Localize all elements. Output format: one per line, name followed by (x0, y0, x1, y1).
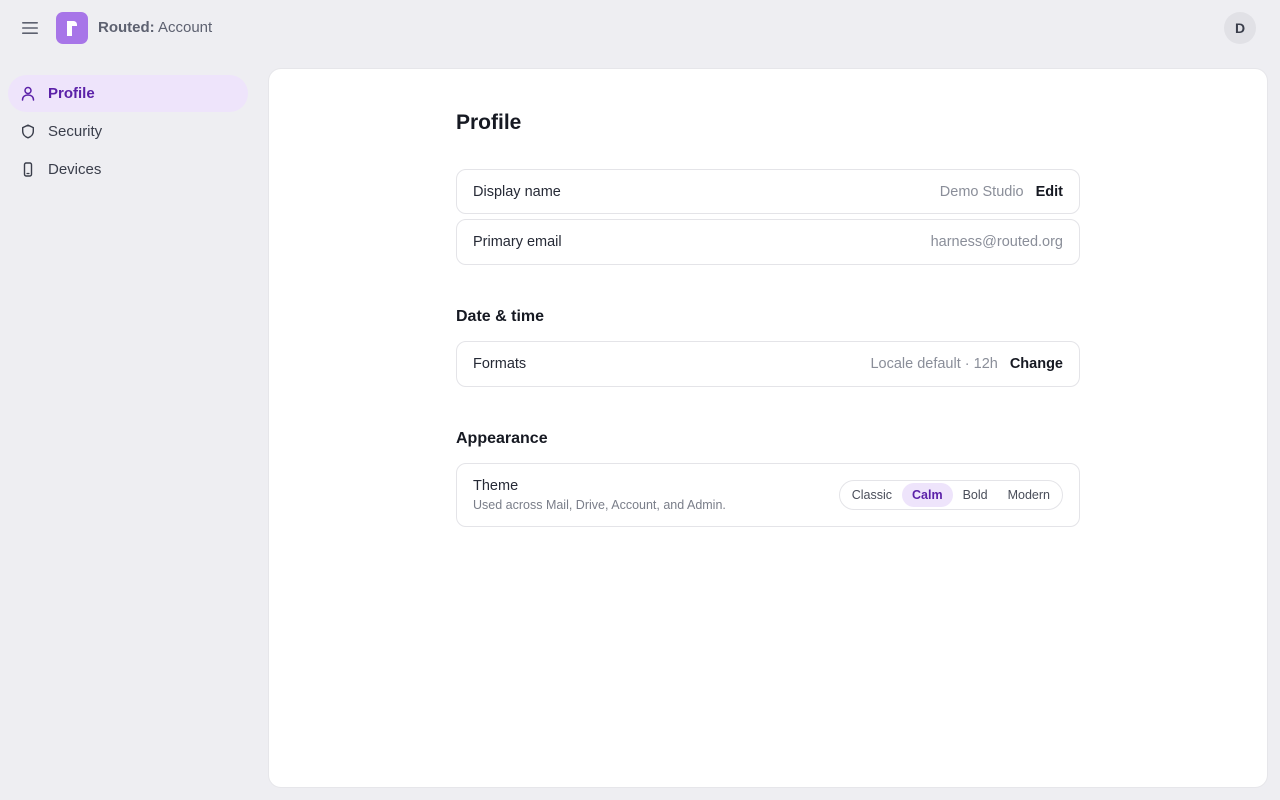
display-name-value: Demo Studio (939, 183, 1024, 200)
app-logo[interactable] (56, 12, 88, 44)
person-icon (20, 86, 36, 102)
sidebar-item-devices[interactable]: Devices (8, 151, 248, 188)
sidebar-item-label: Security (48, 123, 103, 140)
sidebar-item-label: Profile (48, 85, 95, 102)
change-formats-button[interactable]: Change (1010, 356, 1063, 372)
edit-display-name-button[interactable]: Edit (1036, 184, 1063, 200)
theme-label: Theme (473, 478, 519, 494)
shield-icon (20, 124, 36, 140)
theme-description: Used across Mail, Drive, Account, and Ad… (473, 498, 726, 512)
primary-email-row: Primary email harness@routed.org (456, 219, 1080, 265)
sidebar: Profile Security Devices (8, 75, 248, 189)
menu-button[interactable] (16, 14, 44, 42)
theme-text: Theme Used across Mail, Drive, Account, … (473, 478, 726, 512)
top-bar: Routed: Account D (0, 0, 1280, 56)
page-title: Profile (456, 111, 522, 134)
appearance-heading: Appearance (456, 430, 548, 447)
primary-email-label: Primary email (473, 234, 562, 250)
avatar[interactable]: D (1224, 12, 1256, 44)
sidebar-item-label: Devices (48, 161, 102, 178)
theme-option-bold[interactable]: Bold (953, 483, 998, 507)
app-section: Account (154, 19, 213, 36)
sidebar-item-security[interactable]: Security (8, 113, 248, 150)
formats-label: Formats (473, 356, 527, 372)
sidebar-item-profile[interactable]: Profile (8, 75, 248, 112)
theme-selector: Classic Calm Bold Modern (838, 480, 1063, 510)
app-title: Routed: Account (98, 19, 212, 36)
theme-option-classic[interactable]: Classic (842, 483, 902, 507)
theme-option-calm[interactable]: Calm (902, 483, 953, 507)
phone-icon (20, 162, 36, 178)
display-name-label: Display name (473, 183, 561, 200)
formats-value: Locale default · 12h (870, 356, 998, 372)
formats-row: Formats Locale default · 12h Change (456, 341, 1080, 387)
main-panel: Profile Display name Demo Studio Edit Pr… (269, 69, 1267, 787)
date-time-heading: Date & time (456, 308, 545, 325)
display-name-row: Display name Demo Studio Edit (456, 169, 1080, 214)
theme-option-modern[interactable]: Modern (998, 483, 1060, 507)
app-brand: Routed: (98, 19, 155, 36)
theme-row: Theme Used across Mail, Drive, Account, … (456, 463, 1080, 527)
logo-r-icon (67, 21, 77, 36)
hamburger-icon (22, 22, 38, 34)
primary-email-value: harness@routed.org (930, 234, 1063, 250)
